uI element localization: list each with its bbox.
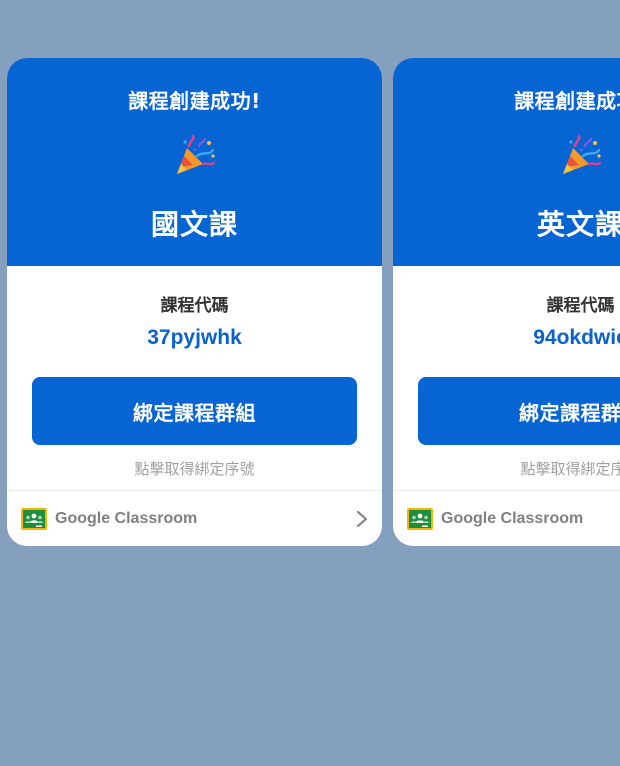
- course-code-label: 課程代碼: [546, 296, 615, 316]
- course-code-label: 課程代碼: [160, 296, 229, 316]
- carousel-viewport: 課程創建成功! 國文課 課程代碼 37pyjwhk 綁定課程群組 點擊取得綁定序…: [0, 0, 620, 766]
- course-name: 國文課: [150, 208, 238, 241]
- course-name: 英文課: [536, 208, 620, 241]
- success-title: 課程創建成功!: [128, 89, 261, 113]
- course-card-english: 課程創建成功! 英文課 課程代碼 94okdwic 綁定課程群組 點擊取得綁定序…: [393, 58, 620, 546]
- course-code-value[interactable]: 37pyjwhk: [7, 326, 382, 350]
- party-popper-icon: [177, 134, 216, 174]
- course-code-value[interactable]: 94okdwic: [393, 326, 620, 350]
- google-classroom-link[interactable]: Google Classroom: [393, 491, 620, 546]
- bind-course-group-button[interactable]: 綁定課程群組: [32, 377, 357, 445]
- card-header: 課程創建成功! 英文課: [393, 58, 620, 266]
- google-classroom-label: Google Classroom: [55, 509, 198, 527]
- google-classroom-icon: [21, 507, 47, 530]
- google-classroom-link[interactable]: Google Classroom: [7, 491, 382, 546]
- bind-course-group-button[interactable]: 綁定課程群組: [418, 377, 620, 445]
- card-header: 課程創建成功! 國文課: [7, 58, 382, 266]
- course-card-chinese: 課程創建成功! 國文課 課程代碼 37pyjwhk 綁定課程群組 點擊取得綁定序…: [7, 58, 382, 546]
- bind-hint-text: 點擊取得綁定序號: [520, 460, 620, 478]
- bind-hint-text: 點擊取得綁定序號: [134, 460, 255, 478]
- success-title: 課程創建成功!: [514, 89, 620, 113]
- google-classroom-label: Google Classroom: [441, 509, 584, 527]
- google-classroom-icon: [407, 507, 433, 530]
- party-popper-icon: [563, 134, 602, 174]
- chevron-right-icon: [356, 510, 368, 528]
